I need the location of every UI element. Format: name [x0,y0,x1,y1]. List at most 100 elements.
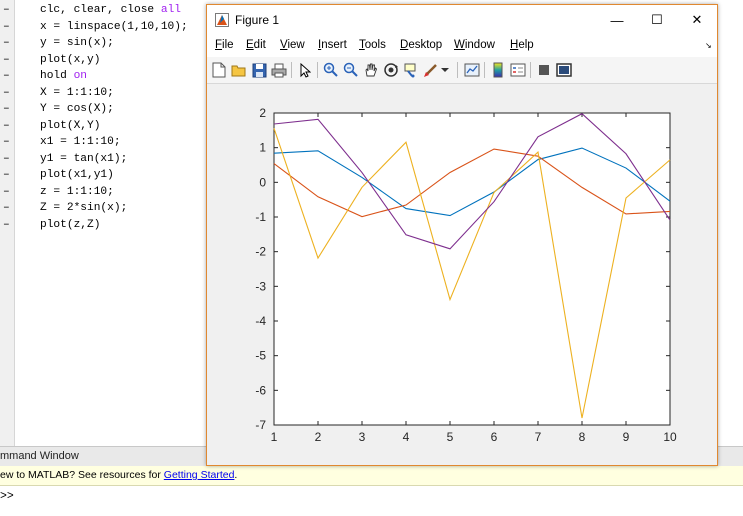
code-text: plot(x,y) [40,52,100,68]
y-tick-label: -3 [255,279,266,293]
x-tick-label: 6 [491,430,498,444]
y-tick-label: -5 [255,349,266,363]
code-text: Y = cos(X); [40,101,114,117]
x-tick-label: 2 [315,430,322,444]
code-line[interactable]: – X = 1:1:10; [0,85,230,101]
code-text: hold on [40,68,87,84]
figure-titlebar[interactable]: Figure 1 — ☐ ✕ [207,5,717,35]
line-marker: – [3,119,10,132]
code-line[interactable]: – y1 = tan(x1); [0,151,230,167]
menu-tools[interactable]: Tools [359,39,386,51]
rotate-3d-icon[interactable] [382,61,400,79]
line-marker: – [3,152,10,165]
code-text: Z = 2*sin(x); [40,200,127,216]
code-text: plot(z,Z) [40,217,100,233]
menu-file-mnemonic: F [215,39,223,51]
code-line[interactable]: – clc, clear, close all [0,2,230,18]
print-icon[interactable] [270,61,288,79]
close-button[interactable]: ✕ [677,5,717,35]
code-statement: clc, clear, close [40,4,161,16]
code-keyword: on [73,70,88,82]
line-marker: – [3,20,10,33]
code-line[interactable]: – y = sin(x); [0,35,230,51]
code-line[interactable]: – z = 1:1:10; [0,184,230,200]
code-text: plot(X,Y) [40,118,100,134]
toolbar-separator [457,62,458,78]
code-line[interactable]: – plot(x1,y1) [0,167,230,183]
new-figure-icon[interactable] [210,61,228,79]
line-marker: – [3,202,10,214]
colorbar-icon[interactable] [489,61,507,79]
brush-icon[interactable] [422,61,440,79]
code-statement: plot(x1,y1) [40,169,114,181]
zoom-out-icon[interactable] [342,61,360,79]
menu-help[interactable]: Help [510,39,534,51]
code-statement: plot(X,Y) [40,119,101,132]
maximize-button[interactable]: ☐ [637,5,677,35]
code-line[interactable]: – Y = cos(X); [0,101,230,117]
menu-file[interactable]: File [215,39,234,51]
open-file-icon[interactable] [230,61,248,79]
toolbar-separator [530,62,531,78]
code-statement: y1 = tan(x1); [40,152,128,165]
menu-desktop-label: esktop [408,39,443,51]
code-line[interactable]: – hold on [0,68,230,84]
menu-overflow-icon[interactable]: ↘ [705,41,712,50]
line-marker: – [3,185,10,198]
code-statement: hold [40,70,74,82]
hide-plot-tools-icon[interactable] [535,61,553,79]
menu-edit[interactable]: Edit [246,39,266,51]
link-plot-icon[interactable] [463,61,481,79]
code-line[interactable]: – plot(z,Z) [0,217,230,233]
menu-window-mnemonic: W [454,39,465,51]
menu-tools-label: ools [364,39,386,51]
toolbar-separator [484,62,485,78]
line-marker: – [3,37,10,49]
brush-dropdown-icon[interactable] [440,61,450,79]
matlab-figure-icon [215,13,229,27]
menu-view[interactable]: View [280,39,305,51]
save-icon[interactable] [250,61,268,79]
code-line[interactable]: – plot(X,Y) [0,118,230,134]
minimize-button[interactable]: — [597,5,637,35]
code-text: clc, clear, close all [40,2,181,18]
getting-started-link[interactable]: Getting Started [164,469,235,481]
plot-area[interactable]: 1 2 3 4 5 6 7 8 9 10 2 1 0 -1 -2 -3 -4 -5 -6 -7 [207,84,717,465]
y-tick-label: -1 [255,210,266,224]
line-marker: – [3,70,10,82]
zoom-in-icon[interactable] [322,61,340,79]
command-prompt[interactable]: >> [0,490,14,503]
toolbar-separator [317,62,318,78]
data-cursor-icon[interactable] [402,61,420,79]
code-statement: x = linspace(1,10,10); [40,20,188,33]
code-text: y1 = tan(x1); [40,151,127,167]
code-statement: Y = cos(X); [40,103,114,115]
code-statement: X = 1:1:10; [40,86,114,99]
minimize-icon: — [610,12,624,28]
menu-edit-label: dit [253,39,266,51]
y-tick-label: -2 [255,245,266,259]
menu-insert[interactable]: Insert [318,39,347,51]
pointer-icon[interactable] [296,61,314,79]
menu-window[interactable]: Window [454,39,495,51]
y-tick-label: 2 [259,106,266,120]
line-marker: – [3,53,10,66]
line-marker: – [3,86,10,99]
code-text: x = linspace(1,10,10); [40,19,188,35]
menu-desktop[interactable]: Desktop [400,39,442,51]
legend-icon[interactable] [509,61,527,79]
code-statement: x1 = 1:1:10; [40,136,121,148]
code-line[interactable]: – x1 = 1:1:10; [0,134,230,150]
show-plot-tools-icon[interactable] [555,61,573,79]
pan-hand-icon[interactable] [362,61,380,79]
code-line[interactable]: – plot(x,y) [0,52,230,68]
menu-view-label: iew [287,39,305,51]
y-tick-label: 0 [259,175,266,189]
code-text: plot(x1,y1) [40,167,114,183]
line-marker: – [3,169,10,181]
code-line[interactable]: – x = linspace(1,10,10); [0,19,230,35]
code-statement: plot(x,y) [40,53,101,66]
code-line[interactable]: – Z = 2*sin(x); [0,200,230,216]
code-text: z = 1:1:10; [40,184,114,200]
x-tick-label: 4 [403,430,410,444]
